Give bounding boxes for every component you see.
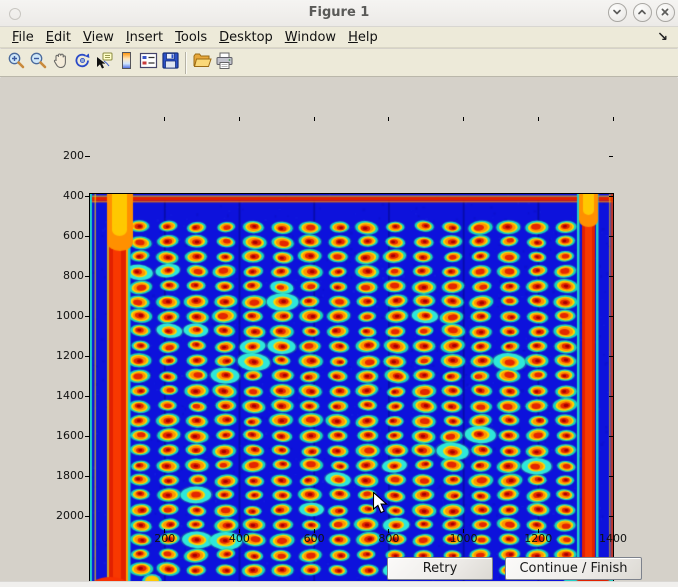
y-tick-label: 600: [34, 229, 84, 243]
minimize-button[interactable]: [608, 3, 627, 22]
y-tick: [85, 516, 90, 517]
figure-window: Figure 1 FileEditViewInsertToolsDesktopW…: [0, 0, 678, 587]
y-tick: [85, 196, 90, 197]
y-tick-right: [609, 516, 613, 517]
y-tick-right: [609, 236, 613, 237]
y-tick-right: [609, 276, 613, 277]
y-tick-right: [609, 436, 613, 437]
pan-icon: [51, 51, 70, 74]
x-tick-label: 1400: [583, 532, 643, 546]
data-cursor-button[interactable]: [93, 51, 115, 75]
y-tick-right: [609, 356, 613, 357]
close-button[interactable]: [656, 3, 675, 22]
menu-item-tools[interactable]: Tools: [169, 29, 213, 46]
x-tick-top: [538, 117, 539, 121]
y-tick-right: [609, 156, 613, 157]
menu-item-window[interactable]: Window: [279, 29, 342, 46]
open-folder-button[interactable]: [191, 51, 213, 75]
y-tick-right: [609, 196, 613, 197]
figure-canvas-area: 200 400 600 800 1000 1200 1400 200 400 600 800 1000…: [0, 78, 678, 581]
x-tick-label: 200: [135, 532, 195, 546]
dock-figure-icon[interactable]: ↘: [657, 30, 668, 45]
print-icon: [215, 51, 234, 74]
y-tick-right: [609, 316, 613, 317]
y-tick-label: 1600: [34, 429, 84, 443]
rotate-3d-button[interactable]: [71, 51, 93, 75]
menu-item-desktop[interactable]: Desktop: [213, 29, 279, 46]
y-tick: [85, 476, 90, 477]
colorbar-button[interactable]: [115, 51, 137, 75]
toolbar: [0, 49, 678, 77]
y-tick-label: 800: [34, 269, 84, 283]
menu-item-edit[interactable]: Edit: [40, 29, 77, 46]
pan-button[interactable]: [49, 51, 71, 75]
toolbar-separator: [185, 52, 187, 74]
x-tick-label: 1200: [508, 532, 568, 546]
y-tick-right: [609, 476, 613, 477]
x-tick-label: 400: [209, 532, 269, 546]
zoom-in-button[interactable]: [5, 51, 27, 75]
x-tick-label: 800: [359, 532, 419, 546]
x-tick-top: [164, 117, 165, 121]
y-tick-right: [609, 396, 613, 397]
y-tick-label: 400: [34, 189, 84, 203]
menu-item-view[interactable]: View: [77, 29, 120, 46]
x-tick-top: [239, 117, 240, 121]
y-tick-label: 2000: [34, 509, 84, 523]
x-tick-top: [463, 117, 464, 121]
x-tick-label: 1000: [434, 532, 494, 546]
zoom-out-button[interactable]: [27, 51, 49, 75]
y-tick: [85, 276, 90, 277]
microarray-image[interactable]: [90, 194, 613, 587]
menu-item-help[interactable]: Help: [342, 29, 384, 46]
y-tick-label: 1000: [34, 309, 84, 323]
plot-axes[interactable]: [89, 193, 614, 587]
open-folder-icon: [192, 51, 212, 74]
continue-finish-button[interactable]: Continue / Finish: [505, 557, 642, 580]
menubar: FileEditViewInsertToolsDesktopWindowHelp…: [0, 27, 678, 48]
titlebar: Figure 1: [0, 0, 678, 27]
y-tick: [85, 356, 90, 357]
rotate-3d-icon: [73, 51, 92, 74]
x-tick-top: [388, 117, 389, 121]
y-tick: [85, 316, 90, 317]
menu-item-insert[interactable]: Insert: [120, 29, 169, 46]
save-button[interactable]: [159, 51, 181, 75]
y-tick: [85, 236, 90, 237]
data-cursor-icon: [95, 51, 114, 74]
print-button[interactable]: [213, 51, 235, 75]
y-tick-label: 1800: [34, 469, 84, 483]
legend-icon: [139, 51, 158, 74]
x-tick-top: [613, 117, 614, 121]
y-tick: [85, 396, 90, 397]
save-icon: [161, 51, 180, 74]
zoom-out-icon: [29, 51, 48, 74]
legend-button[interactable]: [137, 51, 159, 75]
x-tick-top: [314, 117, 315, 121]
retry-button[interactable]: Retry: [387, 557, 493, 580]
y-tick: [85, 436, 90, 437]
y-tick-label: 1200: [34, 349, 84, 363]
y-tick-label: 1400: [34, 389, 84, 403]
zoom-in-icon: [7, 51, 26, 74]
menu-item-file[interactable]: File: [6, 29, 40, 46]
x-tick-label: 600: [284, 532, 344, 546]
y-tick: [85, 156, 90, 157]
window-bottom-edge: [0, 581, 678, 587]
maximize-button[interactable]: [633, 3, 652, 22]
colorbar-icon: [117, 51, 136, 74]
window-title: Figure 1: [0, 5, 678, 20]
y-tick-label: 200: [34, 149, 84, 163]
